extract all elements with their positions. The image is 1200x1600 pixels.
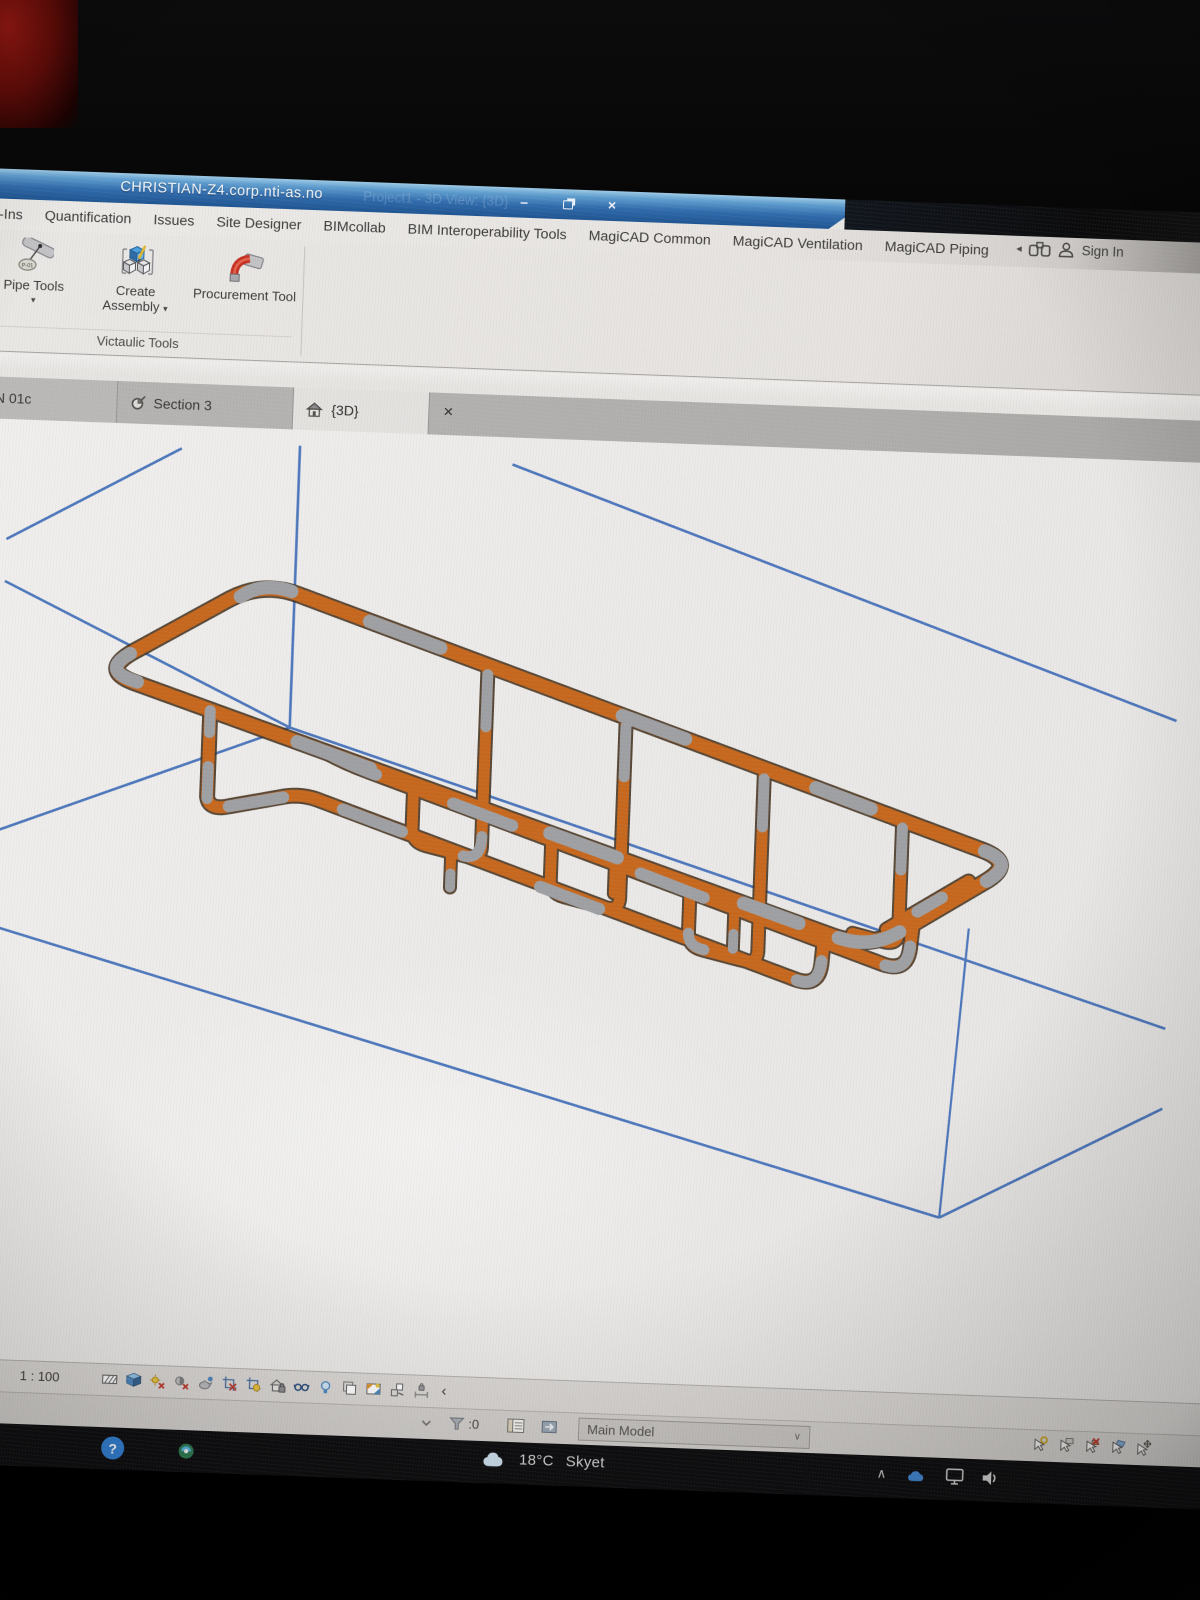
monitor-photo: CHRISTIAN-Z4.corp.nti-as.no Project1 - 3… xyxy=(0,0,1200,1600)
pipe-tools-label: Pipe Tools xyxy=(3,278,64,295)
create-assembly-dropdown-caret[interactable]: ▾ xyxy=(163,303,168,313)
properties-toggle[interactable] xyxy=(506,1417,526,1435)
design-option-value: Main Model xyxy=(587,1422,655,1439)
temporary-view-properties-icon[interactable] xyxy=(339,1378,359,1398)
show-crop-region-icon[interactable] xyxy=(243,1374,263,1394)
pipe-tools-dropdown-caret[interactable]: ▾ xyxy=(31,295,36,306)
weather-temperature: 18°C xyxy=(519,1451,554,1469)
tab-issues[interactable]: Issues xyxy=(142,211,206,229)
taskbar-app-icon[interactable] xyxy=(177,1442,196,1461)
reveal-constraints-icon[interactable] xyxy=(411,1380,431,1400)
selection-filter[interactable]: :0 xyxy=(448,1415,479,1433)
view-tab-3d-active[interactable]: {3D} xyxy=(293,387,430,434)
tab-quantification[interactable]: Quantification xyxy=(33,207,142,227)
create-assembly-label: Create Assembly ▾ xyxy=(91,283,180,316)
search-binoculars-icon[interactable] xyxy=(1028,241,1051,258)
home-3d-view-icon xyxy=(305,400,325,418)
locked-3d-view-icon[interactable] xyxy=(267,1375,287,1395)
tab-bim-interoperability-tools[interactable]: BIM Interoperability Tools xyxy=(396,221,577,244)
tray-expand-chevron[interactable]: ∧ xyxy=(876,1466,886,1482)
visual-style-icon[interactable] xyxy=(123,1370,143,1390)
select-pinned-elements-icon[interactable] xyxy=(1084,1437,1102,1455)
displacement-sets-icon[interactable] xyxy=(387,1380,407,1400)
weather-cloud-icon xyxy=(479,1449,508,1469)
victaulic-tools-panel: P-01 Pipe Tools ▾ xyxy=(0,229,306,362)
view-tab-section-3[interactable]: Section 3 xyxy=(117,381,294,429)
viewport-3d[interactable] xyxy=(0,418,1200,1404)
view-tab-3d-label: {3D} xyxy=(331,402,359,419)
create-assembly-button[interactable]: Create Assembly ▾ xyxy=(89,239,184,319)
taskbar-weather-widget[interactable]: 18°C Skyet xyxy=(479,1449,605,1473)
pipe-tools-button[interactable]: P-01 Pipe Tools ▾ xyxy=(0,233,84,315)
tab-magicad-common[interactable]: MagiCAD Common xyxy=(577,227,722,248)
close-button[interactable]: × xyxy=(601,194,624,217)
procurement-tool-label: Procurement Tool xyxy=(193,287,297,306)
restore-icon xyxy=(563,200,573,209)
section-box-lines xyxy=(0,435,1185,1226)
weather-condition: Skyet xyxy=(565,1453,605,1471)
pipe-tools-icon: P-01 xyxy=(15,237,54,276)
sign-in-button[interactable]: Sign In xyxy=(1081,243,1124,260)
selection-count: :0 xyxy=(468,1417,479,1432)
combo-chevron-icon: ∨ xyxy=(794,1431,802,1442)
shadows-off-icon[interactable] xyxy=(171,1372,191,1392)
close-view-tab-button[interactable]: × xyxy=(443,402,454,422)
view-tab-plan-01c-label: AN 01c xyxy=(0,389,32,407)
tab-magicad-ventilation[interactable]: MagiCAD Ventilation xyxy=(721,233,874,255)
create-assembly-icon xyxy=(117,243,156,282)
onedrive-cloud-icon[interactable] xyxy=(903,1466,928,1484)
tab-bimcollab[interactable]: BIMcollab xyxy=(312,218,397,237)
system-tray: ∧ xyxy=(876,1465,999,1487)
back-arrow-icon[interactable]: ◂ xyxy=(1016,242,1022,255)
design-option-select[interactable]: Main Model ∨ xyxy=(578,1418,811,1449)
tab-magicad-piping[interactable]: MagiCAD Piping xyxy=(873,238,1000,259)
select-elements-by-face-icon[interactable] xyxy=(1110,1438,1128,1456)
pipe-assembly-scene xyxy=(0,419,1200,1404)
revit-window: CHRISTIAN-Z4.corp.nti-as.no Project1 - 3… xyxy=(0,168,1200,1509)
reveal-hidden-elements-icon[interactable] xyxy=(315,1377,335,1397)
rendering-dialog-icon[interactable] xyxy=(195,1373,215,1393)
minimize-button[interactable]: – xyxy=(513,190,536,213)
background-red-light xyxy=(0,0,78,128)
detail-level-icon[interactable] xyxy=(99,1369,119,1389)
collapse-arrow[interactable]: ‹ xyxy=(441,1383,447,1400)
tab-add-ins[interactable]: dd-Ins xyxy=(0,205,34,223)
view-tab-section-3-label: Section 3 xyxy=(153,395,212,413)
view-scale[interactable]: 1 : 100 xyxy=(19,1368,59,1384)
section-view-icon xyxy=(129,394,147,412)
drag-elements-on-selection-icon[interactable] xyxy=(1136,1439,1154,1457)
speaker-icon[interactable] xyxy=(981,1469,1000,1487)
restore-button[interactable] xyxy=(557,192,580,215)
design-options-icon[interactable] xyxy=(540,1418,560,1436)
panel-separator xyxy=(300,247,305,356)
svg-text:P-01: P-01 xyxy=(22,263,34,269)
window-controls: – × xyxy=(513,190,624,216)
select-links-icon[interactable] xyxy=(1032,1435,1050,1453)
help-button[interactable]: ? xyxy=(101,1436,125,1460)
worksharing-display-icon[interactable] xyxy=(363,1379,383,1399)
tab-site-designer[interactable]: Site Designer xyxy=(205,214,313,234)
create-assembly-text: Create Assembly xyxy=(102,283,160,314)
sun-path-icon[interactable] xyxy=(147,1371,167,1391)
user-icon[interactable] xyxy=(1057,241,1075,259)
select-underlay-elements-icon[interactable] xyxy=(1058,1436,1076,1454)
status-dropdown-chevron[interactable] xyxy=(418,1416,435,1431)
procurement-tool-icon xyxy=(226,247,265,286)
procurement-tool-button[interactable]: Procurement Tool xyxy=(189,243,302,324)
filter-icon xyxy=(448,1415,466,1433)
view-tab-plan-01c[interactable]: AN 01c xyxy=(0,375,118,423)
sign-in-area: ◂ Sign In xyxy=(1016,240,1124,261)
selection-toggles xyxy=(1032,1435,1154,1456)
display-icon[interactable] xyxy=(944,1467,965,1486)
crop-view-icon[interactable] xyxy=(219,1373,239,1393)
temporary-hide-isolate-icon[interactable] xyxy=(291,1376,311,1396)
